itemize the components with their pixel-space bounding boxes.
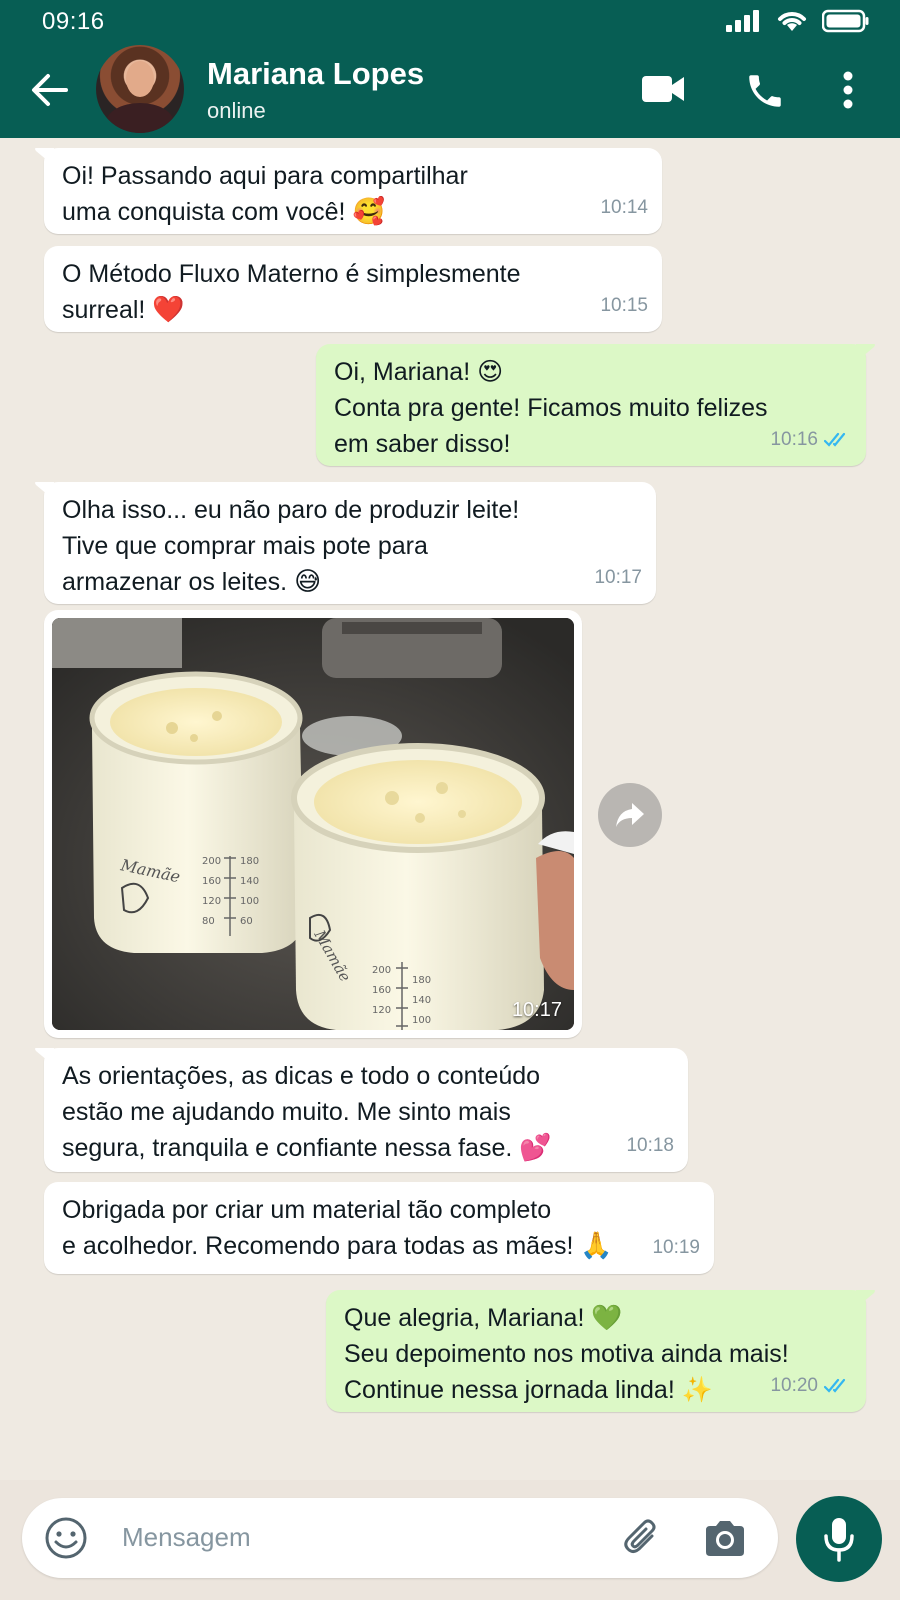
jar-scale-label: 60 bbox=[240, 916, 253, 927]
video-call-icon[interactable] bbox=[640, 72, 686, 106]
jar-scale-label: 120 bbox=[202, 896, 221, 907]
milk-jars-photo[interactable]: Mamãe 200 180 160 140 120 100 80 60 Mamã… bbox=[52, 618, 574, 1030]
message-bubble-outgoing[interactable]: Que alegria, Mariana! 💚 Seu depoimento n… bbox=[326, 1290, 875, 1412]
message-text: Oi! Passando aqui para compartilhar uma … bbox=[62, 162, 468, 226]
wifi-icon bbox=[778, 12, 806, 31]
status-icons bbox=[726, 9, 870, 33]
attach-icon[interactable] bbox=[622, 1518, 662, 1558]
contact-status: online bbox=[207, 98, 266, 123]
image-time: 10:17 bbox=[511, 999, 562, 1021]
message-bubble-incoming[interactable]: As orientações, as dicas e todo o conteú… bbox=[35, 1048, 688, 1172]
message-time: 10:16 bbox=[770, 429, 818, 450]
jar-scale-label: 160 bbox=[372, 985, 391, 996]
message-time: 10:17 bbox=[594, 567, 642, 588]
jar-scale-label: 200 bbox=[372, 965, 391, 976]
jar-scale-label: 140 bbox=[412, 995, 431, 1006]
phone-icon[interactable] bbox=[744, 70, 786, 112]
message-bubble-incoming[interactable]: O Método Fluxo Materno é simplesmente su… bbox=[44, 246, 662, 332]
message-text: Obrigada por criar um material tão compl… bbox=[62, 1196, 574, 1260]
emoji: 😅 bbox=[294, 567, 322, 597]
double-check-icon bbox=[824, 432, 846, 447]
mic-icon bbox=[824, 1518, 854, 1562]
message-input-bar[interactable]: Mensagem bbox=[22, 1498, 778, 1578]
forward-icon bbox=[616, 803, 644, 827]
jar-scale-label: 120 bbox=[372, 1005, 391, 1016]
message-time: 10:14 bbox=[600, 197, 648, 218]
jar-scale-label: 140 bbox=[240, 876, 259, 887]
jar-scale-label: 100 bbox=[240, 896, 259, 907]
status-bar: 09:16 bbox=[0, 0, 900, 42]
message-bubble-incoming[interactable]: Oi! Passando aqui para compartilhar uma … bbox=[35, 148, 662, 234]
message-time: 10:15 bbox=[600, 295, 648, 316]
emoji: 💕 bbox=[519, 1133, 552, 1163]
more-vert-icon[interactable] bbox=[842, 70, 854, 110]
message-time: 10:18 bbox=[626, 1135, 674, 1156]
signal-icon bbox=[726, 10, 759, 32]
forward-button[interactable] bbox=[598, 783, 662, 847]
emoji: ❤️ bbox=[152, 295, 185, 325]
message-text: O Método Fluxo Materno é simplesmente su… bbox=[62, 260, 521, 324]
double-check-icon bbox=[824, 1378, 846, 1393]
message-bubble-incoming[interactable]: Obrigada por criar um material tão compl… bbox=[44, 1182, 714, 1274]
emoji-icon[interactable] bbox=[44, 1516, 88, 1560]
emoji: 🙏 bbox=[580, 1231, 613, 1261]
chat-area[interactable]: Oi! Passando aqui para compartilhar uma … bbox=[0, 138, 900, 1480]
jar-scale-label: 200 bbox=[202, 856, 221, 867]
photo-illustration: Mamãe 200 180 160 140 120 100 80 60 Mamã… bbox=[52, 618, 574, 1030]
emoji: 🥰 bbox=[352, 197, 385, 227]
battery-icon bbox=[822, 9, 869, 33]
message-text: As orientações, as dicas e todo o conteú… bbox=[62, 1062, 541, 1162]
contact-name[interactable]: Mariana Lopes bbox=[207, 56, 424, 92]
mic-button[interactable] bbox=[796, 1496, 882, 1582]
avatar[interactable] bbox=[96, 45, 184, 133]
message-time: 10:19 bbox=[652, 1237, 700, 1258]
jar-scale-label: 180 bbox=[240, 856, 259, 867]
jar-scale-label: 100 bbox=[412, 1015, 431, 1026]
jar-scale-label: 160 bbox=[202, 876, 221, 887]
camera-icon[interactable] bbox=[702, 1518, 746, 1558]
chat-header: Mariana Lopes online bbox=[0, 42, 900, 138]
message-time: 10:20 bbox=[770, 1375, 818, 1396]
message-text: Olha isso... eu não paro de produzir lei… bbox=[62, 496, 520, 596]
message-bubble-outgoing[interactable]: Oi, Mariana! 😍 Conta pra gente! Ficamos … bbox=[316, 344, 875, 466]
back-arrow-icon[interactable] bbox=[28, 70, 70, 110]
image-message[interactable]: Mamãe 200 180 160 140 120 100 80 60 Mamã… bbox=[44, 610, 582, 1038]
message-input[interactable]: Mensagem bbox=[122, 1522, 251, 1553]
jar-scale-label: 180 bbox=[412, 975, 431, 986]
message-bubble-incoming[interactable]: Olha isso... eu não paro de produzir lei… bbox=[35, 482, 656, 604]
jar-scale-label: 80 bbox=[202, 916, 215, 927]
status-time: 09:16 bbox=[42, 8, 105, 35]
